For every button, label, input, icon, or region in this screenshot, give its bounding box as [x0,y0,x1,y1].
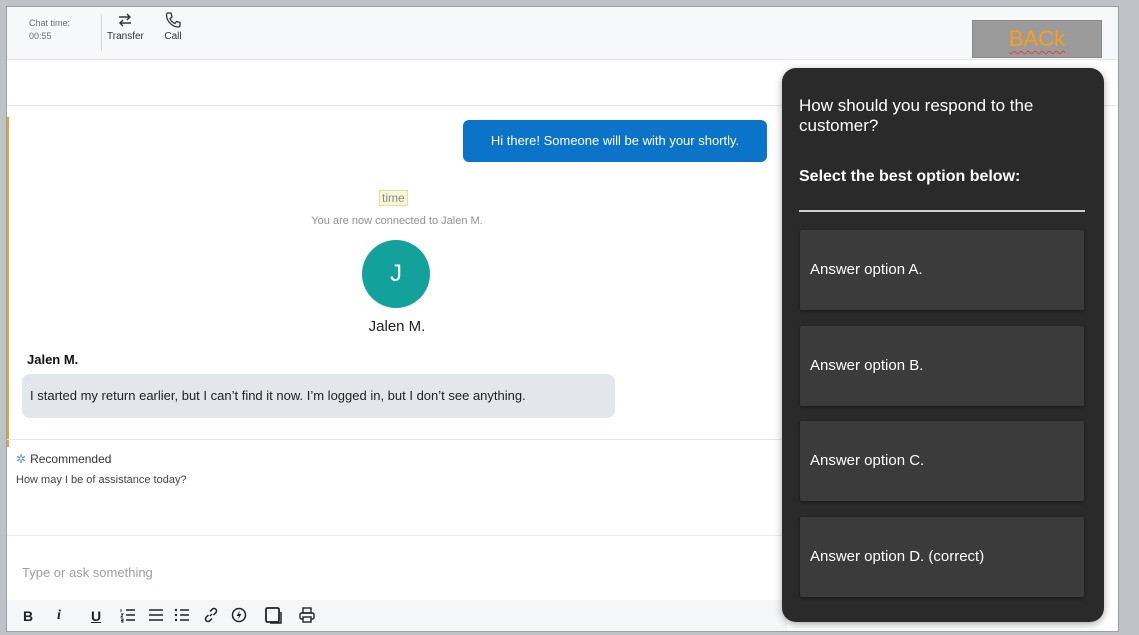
top-toolbar: Chat time: 00:55 Transfer Call [7,7,1118,60]
answer-option-b[interactable]: Answer option B. [800,326,1084,406]
align-icon [149,609,163,621]
numbered-list-button[interactable] [118,606,138,626]
left-accent-rail [7,117,9,447]
agent-message-bubble: Hi there! Someone will be with your shor… [463,120,767,162]
transfer-button[interactable]: Transfer [107,11,144,42]
time-chip: time [379,190,408,206]
transfer-icon [119,13,132,27]
printer-icon [299,607,315,623]
connected-notice: You are now connected to Jalen M. [311,215,483,227]
toolbar-divider [101,15,102,51]
phone-icon [165,12,181,28]
quiz-instruction: Select the best option below: [799,168,1021,185]
answer-option-a[interactable]: Answer option A. [800,230,1084,310]
chat-time-label: Chat time: [29,18,71,28]
answer-option-d[interactable]: Answer option D. (correct) [800,517,1084,597]
italic-button[interactable]: i [52,606,66,626]
lightning-circle-icon [231,607,247,623]
recommended-heading: ✲ Recommended [16,452,111,466]
message-input[interactable] [7,552,782,592]
chat-app-window: Chat time: 00:55 Transfer Call BACk Hi t… [6,6,1119,632]
transfer-label: Transfer [107,31,144,42]
bullet-list-button[interactable] [172,606,192,626]
back-button[interactable]: BACk [972,20,1102,58]
sparkle-icon: ✲ [16,452,27,466]
customer-name: Jalen M. [368,318,426,335]
numbered-list-icon [120,609,135,623]
chat-timer: Chat time: 00:55 [29,17,70,43]
customer-message-bubble: I started my return earlier, but I can’t… [22,374,615,418]
align-button[interactable] [146,606,166,626]
screen-capture-icon [265,607,282,624]
link-icon [204,607,218,623]
quiz-question: How should you respond to the customer? [799,96,1034,135]
screenshot-button[interactable] [263,606,287,626]
message-sender-name: Jalen M. [27,352,79,367]
link-button[interactable] [201,606,221,626]
underline-button[interactable]: U [89,606,103,626]
bullet-list-icon [174,608,189,622]
emoji-button[interactable] [229,606,249,626]
recommended-label: Recommended [30,452,112,466]
chat-time-value: 00:55 [29,31,52,41]
quiz-divider [799,210,1085,212]
transcript-divider [7,439,787,440]
answer-option-c[interactable]: Answer option C. [800,421,1084,501]
customer-avatar: J [362,240,430,308]
formatting-toolbar: B i U [7,600,787,631]
call-button[interactable]: Call [164,11,182,42]
recommended-reply[interactable]: How may I be of assistance today? [16,474,187,486]
composer-divider [7,535,787,536]
response-quiz-panel: How should you respond to the customer? … [782,68,1104,622]
call-label: Call [164,31,182,42]
bold-button[interactable]: B [21,606,35,626]
print-button[interactable] [297,606,317,626]
